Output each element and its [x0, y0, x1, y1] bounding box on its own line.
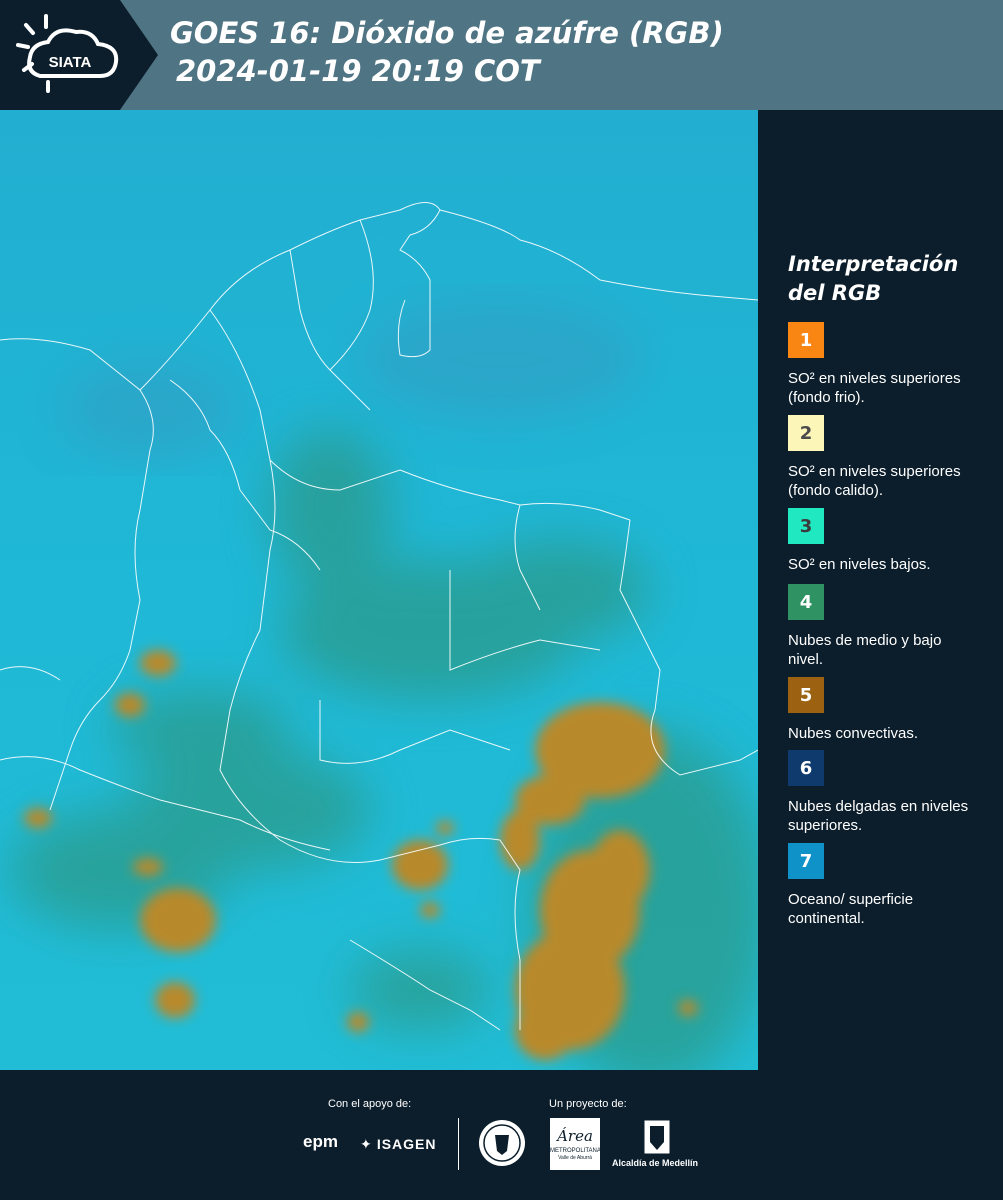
legend-title: Interpretación del RGB	[788, 250, 988, 308]
isagen-text: ISAGEN	[376, 1136, 437, 1152]
legend-swatch: 2	[788, 415, 824, 451]
legend-swatch: 4	[788, 584, 824, 620]
footer-bar: Con el apoyo de: Un proyecto de: epm ✦ I…	[0, 1070, 1003, 1200]
area-logo-subtext: METROPOLITANA	[550, 1148, 601, 1154]
epm-logo: epm	[303, 1132, 338, 1151]
page-title: GOES 16: Dióxido de azúfre (RGB)	[170, 16, 724, 50]
legend-panel: Interpretación del RGB 1 SO² en niveles …	[758, 110, 1003, 1070]
satellite-map	[0, 110, 758, 1070]
legend-item-7: 7 Oceano/ superficie continental.	[788, 843, 988, 928]
legend-item-2: 2 SO² en niveles superiores (fondo calid…	[788, 415, 988, 500]
legend-item-6: 6 Nubes delgadas en niveles superiores.	[788, 750, 988, 835]
sun-cloud-icon: SIATA	[16, 14, 119, 93]
seal-icon	[479, 1120, 525, 1166]
area-metropolitana-logo: Área METROPOLITANA Valle de Aburrá	[550, 1118, 601, 1170]
logo-text: SIATA	[49, 54, 92, 71]
legend-item-3: 3 SO² en niveles bajos.	[788, 508, 988, 574]
legend-item-5: 5 Nubes convectivas.	[788, 677, 988, 743]
legend-swatch: 1	[788, 322, 824, 358]
legend-label: Nubes convectivas.	[788, 725, 919, 742]
legend-label: Oceano/ superficie continental.	[788, 891, 914, 927]
footer-divider	[458, 1118, 459, 1170]
isagen-logo: ✦ ISAGEN	[360, 1134, 437, 1153]
alcaldia-label: Alcaldía de Medellín	[612, 1158, 699, 1168]
isagen-icon: ✦	[360, 1137, 372, 1153]
siata-logo: SIATA	[0, 0, 158, 110]
legend-label: Nubes de medio y bajo nivel.	[788, 632, 942, 668]
map-svg	[0, 110, 758, 1070]
legend-label: SO² en niveles bajos.	[788, 556, 931, 573]
project-label: Un proyecto de:	[549, 1098, 627, 1110]
legend-label: SO² en niveles superiores (fondo frio).	[788, 370, 961, 406]
legend-swatch: 6	[788, 750, 824, 786]
page-timestamp: 2024-01-19 20:19 COT	[176, 54, 540, 88]
legend-label: Nubes delgadas en niveles superiores.	[788, 798, 969, 834]
legend-title-line2: del RGB	[788, 281, 882, 305]
legend-label: SO² en niveles superiores (fondo calido)…	[788, 463, 961, 499]
medellin-shield-icon	[643, 1119, 671, 1155]
area-logo-text: Área	[557, 1127, 593, 1145]
legend-item-4: 4 Nubes de medio y bajo nivel.	[788, 584, 988, 669]
support-label: Con el apoyo de:	[328, 1098, 412, 1110]
area-logo-subtext2: Valle de Aburrá	[558, 1155, 592, 1161]
legend-swatch: 7	[788, 843, 824, 879]
legend-title-line1: Interpretación	[788, 252, 959, 276]
header-bar: SIATA GOES 16: Dióxido de azúfre (RGB) 2…	[0, 0, 1003, 110]
legend-item-1: 1 SO² en niveles superiores (fondo frio)…	[788, 322, 988, 407]
legend-swatch: 3	[788, 508, 824, 544]
legend-swatch: 5	[788, 677, 824, 713]
